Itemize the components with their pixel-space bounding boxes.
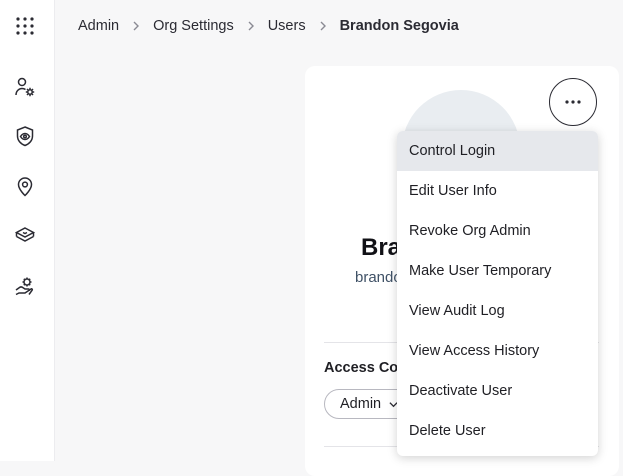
chevron-right-icon — [131, 21, 141, 31]
users-gear-icon[interactable] — [13, 75, 37, 99]
role-select-value: Admin — [340, 396, 382, 412]
user-name: Bra — [361, 234, 402, 261]
menu-item-make-user-temporary[interactable]: Make User Temporary — [397, 251, 598, 291]
hand-gear-icon[interactable] — [13, 274, 37, 298]
user-email: brando — [355, 269, 402, 286]
shield-eye-icon[interactable] — [13, 124, 37, 148]
location-pin-icon[interactable] — [13, 174, 37, 198]
menu-item-view-audit-log[interactable]: View Audit Log — [397, 291, 598, 331]
layers-box-icon[interactable] — [13, 224, 37, 248]
breadcrumb-admin[interactable]: Admin — [78, 18, 119, 34]
chevron-right-icon — [318, 21, 328, 31]
sidebar — [0, 0, 55, 461]
chevron-right-icon — [246, 21, 256, 31]
menu-item-deactivate-user[interactable]: Deactivate User — [397, 371, 598, 411]
menu-item-edit-user-info[interactable]: Edit User Info — [397, 171, 598, 211]
breadcrumb-org-settings[interactable]: Org Settings — [153, 18, 234, 34]
breadcrumb: Admin Org Settings Users Brandon Segovia — [78, 17, 459, 35]
user-actions-menu: Control Login Edit User Info Revoke Org … — [397, 131, 598, 456]
grid-icon[interactable] — [13, 14, 37, 38]
menu-item-revoke-org-admin[interactable]: Revoke Org Admin — [397, 211, 598, 251]
menu-item-delete-user[interactable]: Delete User — [397, 411, 598, 451]
breadcrumb-current-user: Brandon Segovia — [339, 18, 459, 34]
more-actions-button[interactable] — [549, 78, 597, 126]
menu-item-control-login[interactable]: Control Login — [397, 131, 598, 171]
menu-item-view-access-history[interactable]: View Access History — [397, 331, 598, 371]
more-horizontal-icon — [565, 100, 581, 104]
access-control-label: Access Con — [324, 360, 408, 376]
breadcrumb-users[interactable]: Users — [268, 18, 306, 34]
